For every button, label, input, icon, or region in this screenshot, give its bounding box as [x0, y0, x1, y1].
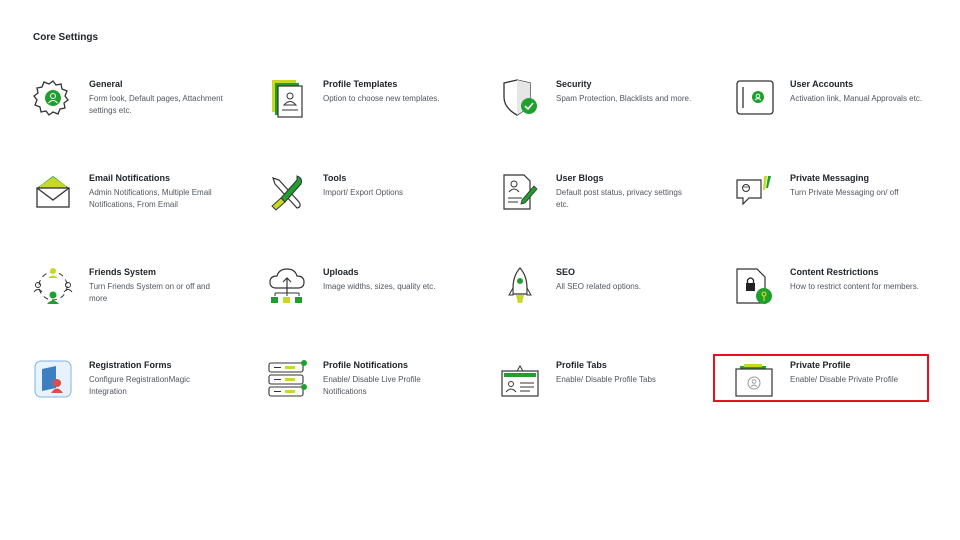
- tile-private-messaging[interactable]: Private Messaging Turn Private Messaging…: [734, 172, 949, 252]
- tile-title: User Accounts: [790, 79, 854, 89]
- tile-friends-system[interactable]: Friends System Turn Friends System on or…: [33, 266, 248, 346]
- envelope-icon: [33, 172, 73, 212]
- notification-toggles-icon: [267, 359, 307, 399]
- tile-title: Profile Notifications: [323, 360, 409, 370]
- tile-title: Profile Templates: [323, 79, 398, 89]
- tile-title: Friends System: [89, 267, 157, 277]
- tile-description: Turn Friends System on or off and more: [89, 282, 210, 303]
- tile-security[interactable]: Security Spam Protection, Blacklists and…: [500, 78, 715, 158]
- tile-description: All SEO related options.: [556, 282, 641, 291]
- gear-icon: [33, 78, 73, 118]
- tile-description: How to restrict content for members.: [790, 282, 919, 291]
- page-title: Core Settings: [33, 32, 99, 43]
- tools-icon: [267, 172, 307, 212]
- tile-title: Content Restrictions: [790, 267, 879, 277]
- tile-description: Turn Private Messaging on/ off: [790, 188, 899, 197]
- tile-general[interactable]: General Form look, Default pages, Attach…: [33, 78, 248, 158]
- tile-title: SEO: [556, 267, 576, 277]
- tile-title: Security: [556, 79, 592, 89]
- tile-description: Image widths, sizes, quality etc.: [323, 282, 436, 291]
- tile-profile-tabs[interactable]: Profile Tabs Enable/ Disable Profile Tab…: [500, 359, 715, 439]
- tile-seo[interactable]: SEO All SEO related options.: [500, 266, 715, 346]
- tile-registration-forms[interactable]: Registration Forms Configure Registratio…: [33, 359, 248, 439]
- tile-title: Registration Forms: [89, 360, 172, 370]
- tile-title: Uploads: [323, 267, 359, 277]
- rocket-icon: [500, 266, 540, 306]
- tile-title: Email Notifications: [89, 173, 171, 183]
- tile-description: Default post status, privacy settings et…: [556, 188, 682, 209]
- tile-uploads[interactable]: Uploads Image widths, sizes, quality etc…: [267, 266, 482, 346]
- blog-icon: [500, 172, 540, 212]
- cloud-upload-icon: [267, 266, 307, 306]
- tile-title: User Blogs: [556, 173, 604, 183]
- tile-description: Configure RegistrationMagic Integration: [89, 375, 190, 396]
- tile-user-accounts[interactable]: User Accounts Activation link, Manual Ap…: [734, 78, 949, 158]
- tile-profile-notifications[interactable]: Profile Notifications Enable/ Disable Li…: [267, 359, 482, 439]
- tile-title: Tools: [323, 173, 347, 183]
- selection-highlight: [713, 354, 929, 402]
- tile-description: Enable/ Disable Profile Tabs: [556, 375, 656, 384]
- profile-template-icon: [267, 78, 307, 118]
- registration-magic-icon: [33, 359, 73, 399]
- shield-icon: [500, 78, 540, 118]
- tile-title: Profile Tabs: [556, 360, 607, 370]
- tile-tools[interactable]: Tools Import/ Export Options: [267, 172, 482, 252]
- friends-icon: [33, 266, 73, 306]
- id-card-icon: [500, 359, 540, 399]
- tile-description: Option to choose new templates.: [323, 94, 440, 103]
- tile-title: General: [89, 79, 123, 89]
- tile-description: Admin Notifications, Multiple Email Noti…: [89, 188, 212, 209]
- tile-title: Private Messaging: [790, 173, 870, 183]
- chat-icon: [734, 172, 774, 212]
- tile-description: Activation link, Manual Approvals etc.: [790, 94, 923, 103]
- tile-description: Form look, Default pages, Attachment set…: [89, 94, 223, 115]
- tile-description: Spam Protection, Blacklists and more.: [556, 94, 692, 103]
- tile-profile-templates[interactable]: Profile Templates Option to choose new t…: [267, 78, 482, 158]
- lock-document-icon: [734, 266, 774, 306]
- tile-email-notifications[interactable]: Email Notifications Admin Notifications,…: [33, 172, 248, 252]
- tile-description: Enable/ Disable Live Profile Notificatio…: [323, 375, 421, 396]
- tile-content-restrictions[interactable]: Content Restrictions How to restrict con…: [734, 266, 949, 346]
- tile-description: Import/ Export Options: [323, 188, 404, 197]
- tile-user-blogs[interactable]: User Blogs Default post status, privacy …: [500, 172, 715, 252]
- user-account-icon: [734, 78, 774, 118]
